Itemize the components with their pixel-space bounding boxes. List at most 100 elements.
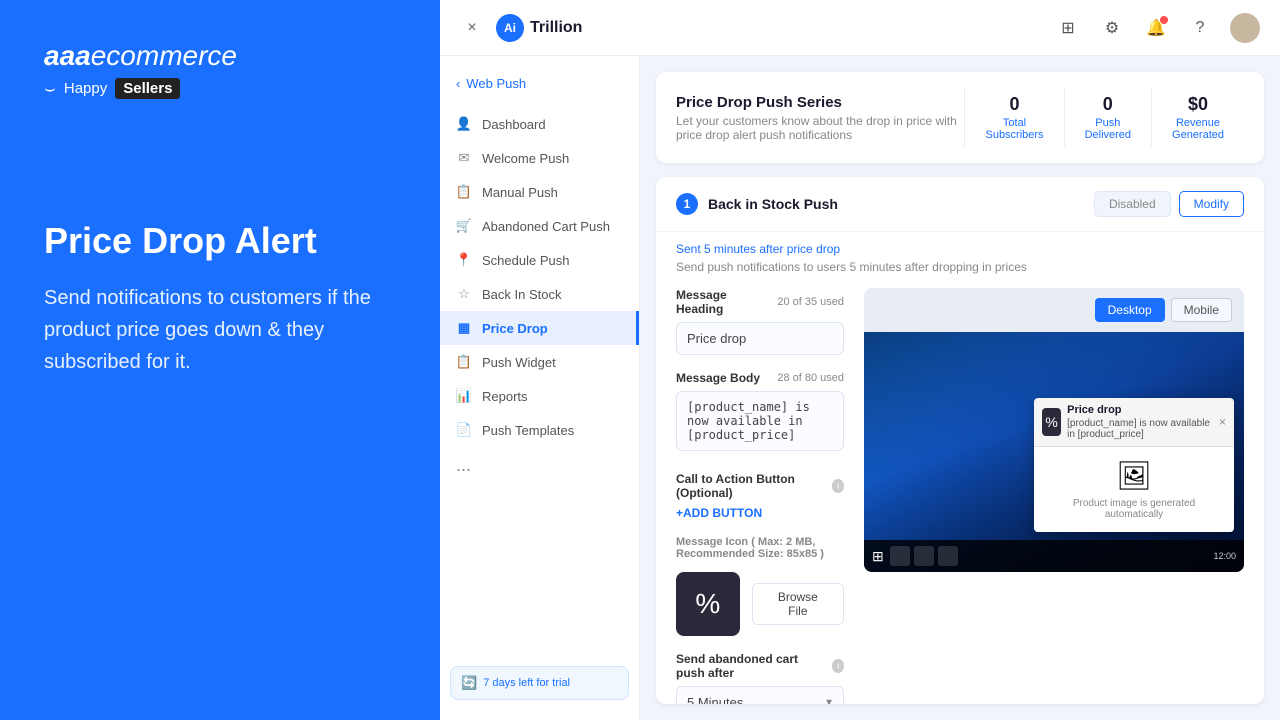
push-card-header: 1 Back in Stock Push Disabled Modify [656, 177, 1264, 232]
sidebar-item-label: Push Widget [482, 355, 556, 370]
sidebar-item-abandoned-cart[interactable]: 🛒 Abandoned Cart Push [440, 209, 639, 243]
dashboard-icon: 👤 [456, 116, 472, 132]
push-widget-icon: 📋 [456, 354, 472, 370]
tray-time: 12:00 [1213, 551, 1236, 561]
message-body-input[interactable] [676, 391, 844, 451]
abandoned-label: Send abandoned cart push after [676, 652, 827, 680]
body-label-row: Message Body 28 of 80 used [676, 371, 844, 385]
grid-icon[interactable]: ⊞ [1054, 14, 1082, 42]
avatar[interactable] [1230, 13, 1260, 43]
auto-image-icon: 🖼 [1116, 459, 1152, 492]
message-body-group: Message Body 28 of 80 used [676, 371, 844, 456]
icon-preview: % [676, 572, 740, 636]
sidebar-item-welcome-push[interactable]: ✉ Welcome Push [440, 141, 639, 175]
sidebar-item-back-in-stock[interactable]: ☆ Back In Stock [440, 277, 639, 311]
price-drop-icon: ▦ [456, 320, 472, 336]
sidebar-item-push-widget[interactable]: 📋 Push Widget [440, 345, 639, 379]
abandoned-label-row: Send abandoned cart push after i [676, 652, 844, 680]
taskbar-icons [890, 546, 958, 566]
series-header-card: Price Drop Push Series Let your customer… [656, 72, 1264, 163]
taskbar: ⊞ 12:00 [864, 540, 1244, 572]
stat-num: $0 [1172, 94, 1224, 115]
sidebar-item-label: Back In Stock [482, 287, 561, 302]
sidebar-item-price-drop[interactable]: ▦ Price Drop [440, 311, 639, 345]
icon-label-row: Message Icon ( Max: 2 MB, Recommended Si… [676, 536, 844, 566]
trial-bar[interactable]: 🔄 7 days left for trial [450, 666, 629, 700]
help-icon[interactable]: ? [1186, 14, 1214, 42]
taskbar-icon [938, 546, 958, 566]
sidebar-item-manual-push[interactable]: 📋 Manual Push [440, 175, 639, 209]
heading-label: Message Heading [676, 288, 777, 316]
push-templates-icon: 📄 [456, 422, 472, 438]
start-icon[interactable]: ⊞ [872, 548, 884, 565]
app-logo: Ai Trillion [496, 14, 582, 42]
message-heading-input[interactable] [676, 322, 844, 355]
sidebar-item-dashboard[interactable]: 👤 Dashboard [440, 107, 639, 141]
abandoned-select-wrapper: 5 Minutes 10 Minutes 30 Minutes 1 Hour ▼ [676, 686, 844, 704]
manual-push-icon: 📋 [456, 184, 472, 200]
notif-image-area: 🖼 Product image is generated automatical… [1034, 447, 1234, 532]
abandoned-group: Send abandoned cart push after i 5 Minut… [676, 652, 844, 704]
tab-mobile[interactable]: Mobile [1171, 298, 1232, 322]
abandoned-select[interactable]: 5 Minutes 10 Minutes 30 Minutes 1 Hour [676, 686, 844, 704]
smile-icon: ⌣ [44, 78, 56, 99]
body-char-count: 28 of 80 used [777, 372, 844, 384]
series-description: Let your customers know about the drop i… [676, 114, 964, 142]
icon-group: Message Icon ( Max: 2 MB, Recommended Si… [676, 536, 844, 636]
form-left: Message Heading 20 of 35 used Message Bo… [676, 288, 844, 704]
cta-info-icon[interactable]: i [832, 479, 844, 493]
notif-header: % Price drop [product_name] is now avail… [1034, 398, 1234, 447]
stat-push-delivered: 0 Push Delivered [1064, 88, 1151, 147]
sidebar-item-label: Schedule Push [482, 253, 569, 268]
taskbar-icon [914, 546, 934, 566]
push-subdesc: Send push notifications to users 5 minut… [656, 260, 1264, 288]
series-info: Price Drop Push Series Let your customer… [676, 94, 964, 142]
browse-file-button[interactable]: Browse File [752, 583, 844, 625]
cta-label: Call to Action Button (Optional) [676, 472, 827, 500]
notif-text-content: Price drop [product_name] is now availab… [1067, 404, 1219, 440]
sidebar-item-label: Manual Push [482, 185, 558, 200]
trial-icon: 🔄 [461, 675, 477, 691]
left-panel: aaaecommerce ⌣ Happy Sellers Price Drop … [0, 0, 440, 720]
top-bar: × Ai Trillion ⊞ ⚙ 🔔 ? [440, 0, 1280, 56]
push-card-title-row: 1 Back in Stock Push [676, 193, 838, 215]
brand-sellers: Sellers [115, 78, 180, 99]
modify-button[interactable]: Modify [1179, 191, 1244, 217]
stat-num: 0 [985, 94, 1043, 115]
sidebar-more[interactable]: ... [440, 447, 639, 484]
message-heading-group: Message Heading 20 of 35 used [676, 288, 844, 355]
cta-group: Call to Action Button (Optional) i +ADD … [676, 472, 844, 520]
icon-label: Message Icon ( Max: 2 MB, Recommended Si… [676, 536, 844, 560]
preview-panel: Desktop Mobile % [864, 288, 1244, 704]
stat-total-subscribers: 0 Total Subscribers [964, 88, 1063, 147]
close-button[interactable]: × [460, 16, 484, 40]
top-icons: ⊞ ⚙ 🔔 ? [1054, 13, 1260, 43]
sidebar-item-reports[interactable]: 📊 Reports [440, 379, 639, 413]
sidebar-back-button[interactable]: ‹ Web Push [440, 66, 639, 101]
notif-close-button[interactable]: × [1219, 415, 1226, 429]
series-title: Price Drop Push Series [676, 94, 964, 111]
heading-label-row: Message Heading 20 of 35 used [676, 288, 844, 316]
sidebar-item-push-templates[interactable]: 📄 Push Templates [440, 413, 639, 447]
system-tray: 12:00 [1213, 551, 1236, 561]
push-subtitle: Sent 5 minutes after price drop [656, 242, 1264, 260]
sidebar-item-label: Welcome Push [482, 151, 569, 166]
tab-desktop[interactable]: Desktop [1095, 298, 1165, 322]
abandoned-info-icon[interactable]: i [832, 659, 844, 673]
add-button-link[interactable]: +ADD BUTTON [676, 506, 844, 520]
brand-aaa: aaa [44, 40, 91, 71]
notifications-icon[interactable]: 🔔 [1142, 14, 1170, 42]
step-badge: 1 [676, 193, 698, 215]
schedule-push-icon: 📍 [456, 252, 472, 268]
cta-label-row: Call to Action Button (Optional) i [676, 472, 844, 500]
settings-icon[interactable]: ⚙ [1098, 14, 1126, 42]
disabled-button[interactable]: Disabled [1094, 191, 1171, 217]
main-content: ‹ Web Push 👤 Dashboard ✉ Welcome Push 📋 … [440, 56, 1280, 720]
page-title: Price Drop Alert [44, 219, 396, 262]
push-card: 1 Back in Stock Push Disabled Modify Sen… [656, 177, 1264, 704]
sidebar: ‹ Web Push 👤 Dashboard ✉ Welcome Push 📋 … [440, 56, 640, 720]
notif-title-row: % Price drop [product_name] is now avail… [1042, 404, 1219, 440]
sidebar-item-schedule-push[interactable]: 📍 Schedule Push [440, 243, 639, 277]
notif-icon: % [1042, 408, 1061, 436]
brand-logo: aaaecommerce ⌣ Happy Sellers [44, 40, 396, 99]
